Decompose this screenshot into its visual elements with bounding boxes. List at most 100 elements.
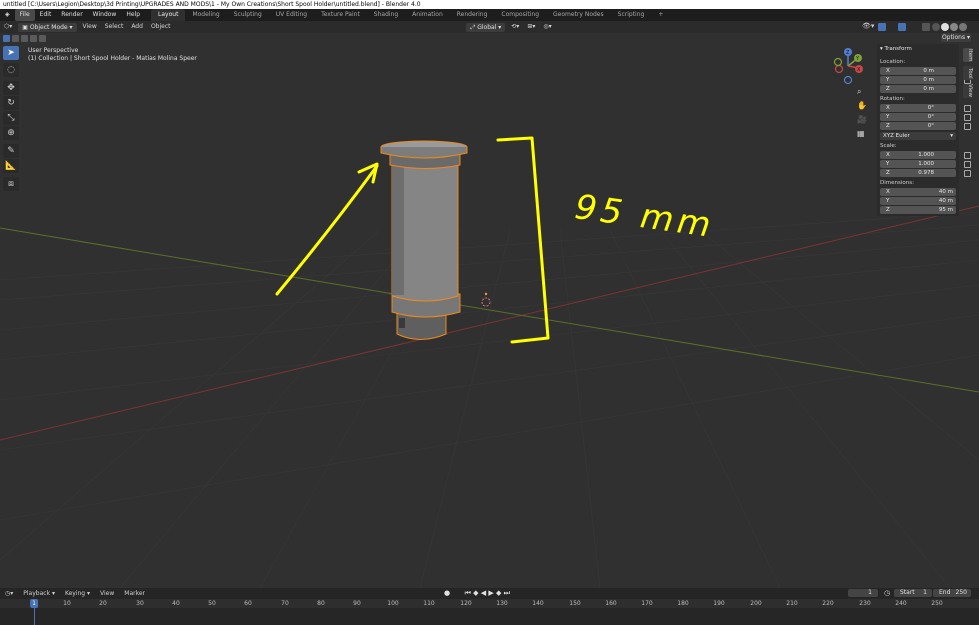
current-frame-field[interactable]: 1 — [848, 589, 878, 597]
tab-sculpting[interactable]: Sculpting — [227, 9, 269, 21]
rendered-shading-icon[interactable] — [959, 23, 967, 31]
prev-keyframe-icon[interactable]: ◆ — [473, 589, 478, 597]
location-y-field[interactable]: Y 0 m — [880, 76, 956, 84]
perspective-toggle-icon[interactable]: ▦ — [857, 129, 865, 138]
play-icon[interactable]: ▶ — [488, 589, 493, 597]
rotate-tool-icon[interactable]: ↻ — [3, 96, 19, 110]
scale-z-field[interactable]: Z 0.978 — [880, 169, 956, 177]
tab-rendering[interactable]: Rendering — [450, 9, 495, 21]
zoom-icon[interactable]: ⌕ — [857, 87, 861, 97]
jump-start-icon[interactable]: ⏮ — [465, 589, 471, 597]
location-z-field[interactable]: Z 0 m — [880, 85, 956, 93]
playhead-line[interactable] — [34, 608, 35, 625]
dimensions-z-field[interactable]: Z 95 m — [880, 206, 956, 214]
scale-x-field[interactable]: X 1.000 — [880, 151, 956, 159]
menu-view[interactable]: View — [79, 21, 101, 33]
transform-section-title[interactable]: ▾ Transform — [880, 46, 912, 52]
add-workspace-button[interactable]: + — [651, 9, 670, 21]
gizmo-z-axis[interactable] — [844, 48, 852, 56]
menu-window[interactable]: Window — [88, 9, 122, 21]
menu-playback[interactable]: Playback ▾ — [18, 588, 60, 599]
mode-dropdown[interactable]: ▣ Object Mode ▾ — [18, 22, 77, 32]
annotate-tool-icon[interactable]: ✎ — [3, 144, 19, 158]
tab-tool[interactable]: Tool — [963, 66, 973, 80]
tab-view[interactable]: View — [963, 84, 973, 98]
tab-geometry-nodes[interactable]: Geometry Nodes — [546, 9, 611, 21]
lock-rotation-y-icon[interactable] — [964, 114, 971, 121]
dimensions-y-field[interactable]: Y 40 m — [880, 197, 956, 205]
menu-add[interactable]: Add — [127, 21, 147, 33]
add-cube-tool-icon[interactable]: ⧈ — [3, 177, 19, 191]
tab-modeling[interactable]: Modeling — [185, 9, 226, 21]
timeline-track-area[interactable] — [0, 608, 979, 625]
viewport-canvas[interactable]: Z Y X — [0, 0, 979, 625]
rotation-mode-dropdown[interactable]: XYZ Euler ▾ — [880, 132, 956, 140]
tab-shading[interactable]: Shading — [367, 9, 405, 21]
pan-hand-icon[interactable]: ✋ — [857, 101, 867, 110]
tab-animation[interactable]: Animation — [405, 9, 450, 21]
next-keyframe-icon[interactable]: ◆ — [496, 589, 501, 597]
select-box-tool-icon[interactable]: ➤ — [3, 46, 19, 60]
material-shading-icon[interactable] — [950, 23, 958, 31]
tab-compositing[interactable]: Compositing — [494, 9, 546, 21]
lock-scale-z-icon[interactable] — [964, 170, 971, 177]
options-dropdown[interactable]: Options ▾ — [941, 33, 971, 42]
lock-rotation-x-icon[interactable] — [964, 105, 971, 112]
location-x-field[interactable]: X 0 m — [880, 67, 956, 75]
menu-edit[interactable]: Edit — [35, 9, 57, 21]
menu-keying[interactable]: Keying ▾ — [60, 588, 95, 599]
select-subtract-icon[interactable] — [21, 35, 28, 42]
timeline-ruler[interactable]: 1 10 20 30 40 50 60 70 80 90 100 110 120… — [0, 599, 979, 608]
select-invert-icon[interactable] — [30, 35, 37, 42]
solid-shading-icon[interactable] — [941, 23, 949, 31]
start-frame-field[interactable]: Start 1 — [894, 589, 932, 597]
gizmo-toggle-icon[interactable] — [878, 23, 886, 31]
measure-tool-icon[interactable]: 📐 — [3, 159, 19, 173]
dimensions-x-field[interactable]: X 40 m — [880, 188, 956, 196]
menu-marker[interactable]: Marker — [119, 588, 150, 599]
snap-icon[interactable]: ⊞▾ — [523, 21, 539, 33]
lock-rotation-z-icon[interactable] — [964, 123, 971, 130]
camera-view-icon[interactable]: 🎥 — [857, 115, 867, 124]
overlay-toggle-icon[interactable] — [898, 23, 906, 31]
end-frame-field[interactable]: End 250 — [933, 589, 971, 597]
editor-type-icon[interactable]: ⬡▾ — [0, 21, 16, 33]
lock-scale-x-icon[interactable] — [964, 152, 971, 159]
timeline-editor-icon[interactable]: ◷▾ — [0, 588, 18, 599]
select-intersect-icon[interactable] — [39, 35, 46, 42]
record-icon[interactable]: ● — [444, 589, 450, 597]
wireframe-shading-icon[interactable] — [932, 23, 940, 31]
menu-select[interactable]: Select — [101, 21, 128, 33]
orientation-dropdown[interactable]: ⤢ Global ▾ — [466, 22, 506, 32]
blender-logo-icon[interactable]: ◈ — [0, 9, 15, 21]
rotation-y-field[interactable]: Y 0° — [880, 113, 956, 121]
menu-timeline-view[interactable]: View — [95, 588, 119, 599]
menu-file[interactable]: File — [14, 9, 35, 21]
pivot-icon[interactable]: ⟲▾ — [507, 21, 523, 33]
select-extend-icon[interactable] — [12, 35, 19, 42]
move-tool-icon[interactable]: ✥ — [3, 81, 19, 95]
jump-end-icon[interactable]: ⏭ — [504, 589, 510, 597]
tab-scripting[interactable]: Scripting — [611, 9, 652, 21]
cursor-tool-icon[interactable]: ◌ — [3, 63, 19, 77]
rotation-z-field[interactable]: Z 0° — [880, 122, 956, 130]
gizmo-y-axis[interactable] — [854, 54, 862, 62]
clock-icon[interactable]: ◷ — [884, 589, 890, 597]
select-new-icon[interactable] — [3, 35, 10, 42]
lock-scale-y-icon[interactable] — [964, 161, 971, 168]
tab-texture-paint[interactable]: Texture Paint — [314, 9, 367, 21]
gizmo-x-axis[interactable] — [855, 65, 863, 73]
menu-help[interactable]: Help — [121, 9, 145, 21]
navigation-gizmo[interactable] — [833, 48, 864, 85]
play-reverse-icon[interactable]: ◀ — [481, 589, 486, 597]
scale-tool-icon[interactable]: ⤡ — [3, 111, 19, 125]
menu-object[interactable]: Object — [147, 21, 175, 33]
visibility-icon[interactable]: 👁▾ — [862, 22, 874, 30]
proportional-edit-icon[interactable]: ◎▾ — [539, 21, 555, 33]
transform-tool-icon[interactable]: ⊕ — [3, 126, 19, 140]
tab-uv-editing[interactable]: UV Editing — [269, 9, 314, 21]
scale-y-field[interactable]: Y 1.000 — [880, 160, 956, 168]
rotation-x-field[interactable]: X 0° — [880, 104, 956, 112]
tab-item[interactable]: Item — [963, 48, 973, 62]
tab-layout[interactable]: Layout — [151, 9, 186, 21]
